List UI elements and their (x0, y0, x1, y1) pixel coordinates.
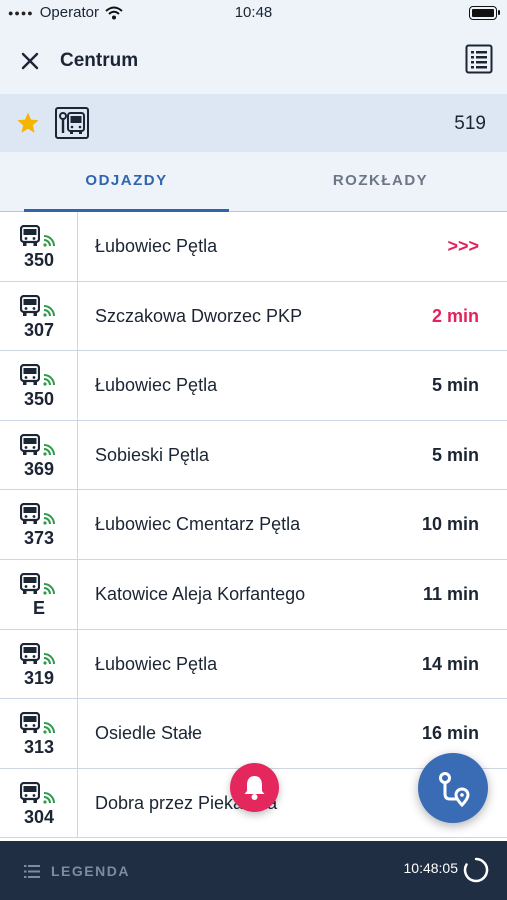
bus-icon (19, 712, 41, 734)
legend-list-icon[interactable] (24, 865, 40, 878)
vehicle-cell: 304 (0, 768, 78, 838)
vehicle-cell: 350 (0, 351, 78, 420)
tab-bar: ODJAZDY ROZKŁADY (0, 152, 507, 212)
line-number: 313 (23, 737, 55, 758)
route-icon (439, 772, 470, 808)
destination: Łubowiec Pętla (95, 236, 218, 256)
vehicle-cell: 307 (0, 281, 78, 351)
vehicle-cell: 369 (0, 420, 78, 490)
timetable-list-icon[interactable] (465, 44, 493, 74)
bus-icon (19, 781, 41, 804)
line-number: 350 (23, 389, 55, 410)
departure-time: 5 min (431, 375, 479, 396)
header: Centrum (0, 28, 507, 94)
bell-icon (244, 776, 265, 800)
realtime-signal-icon (43, 581, 57, 595)
alert-button[interactable] (230, 763, 279, 812)
realtime-signal-icon (43, 790, 57, 804)
line-number: 304 (23, 806, 55, 827)
tab-timetables[interactable]: ROZKŁADY (254, 152, 507, 212)
refresh-spinner-icon[interactable] (463, 857, 489, 883)
bus-icon (19, 503, 41, 525)
bus-icon (19, 642, 41, 665)
departure-time: 5 min (431, 444, 479, 465)
bus-icon (19, 364, 41, 386)
departure-row[interactable]: 307 Szczakowa Dworzec PKP 2 min (0, 281, 507, 352)
stop-code: 519 (454, 113, 486, 134)
route-planner-button[interactable] (418, 753, 488, 823)
vehicle-cell: 350 (0, 212, 78, 281)
realtime-signal-icon (43, 372, 57, 386)
line-number: 319 (23, 667, 55, 688)
vehicle-cell: E (0, 559, 78, 629)
bus-stop-icon (55, 107, 89, 139)
departure-row[interactable]: 350 Łubowiec Pętla 5 min (0, 351, 507, 421)
bus-icon (19, 294, 41, 317)
departure-time: >>> (447, 236, 479, 256)
departures-list: 350 Łubowiec Pętla >>> 307 Szczakowa Dworzec… (0, 212, 507, 839)
realtime-signal-icon (43, 720, 57, 734)
line-number: 350 (23, 250, 55, 270)
bus-icon (19, 572, 41, 595)
stop-info-bar: 519 (0, 94, 507, 152)
destination: Łubowiec Pętla (95, 653, 218, 674)
departure-time: 2 min (431, 305, 479, 326)
line-number: 369 (23, 458, 55, 479)
departure-row[interactable]: 369 Sobieski Pętla 5 min (0, 420, 507, 491)
destination: Szczakowa Dworzec PKP (95, 305, 303, 326)
vehicle-cell: 313 (0, 699, 78, 768)
close-icon[interactable] (17, 48, 43, 74)
destination: Osiedle Stałe (95, 723, 203, 744)
realtime-signal-icon (43, 303, 57, 317)
bus-icon (19, 224, 41, 247)
departure-row[interactable]: E Katowice Aleja Korfantego 11 min (0, 559, 507, 630)
realtime-signal-icon (43, 511, 57, 525)
departure-time: 11 min (422, 583, 479, 604)
departure-time: 16 min (421, 723, 479, 744)
departure-time: 14 min (421, 653, 479, 674)
star-icon[interactable] (16, 111, 40, 135)
departure-time: 10 min (421, 514, 479, 535)
page-title: Centrum (60, 50, 139, 71)
battery-icon (469, 6, 500, 20)
vehicle-cell: 319 (0, 629, 78, 699)
bottom-bar: LEGENDA 10:48:05 (0, 841, 507, 900)
tab-departures[interactable]: ODJAZDY (0, 152, 253, 212)
departure-row[interactable]: 319 Łubowiec Pętla 14 min (0, 629, 507, 700)
bus-icon (19, 433, 41, 456)
destination: Łubowiec Cmentarz Pętla (95, 514, 301, 535)
realtime-signal-icon (43, 442, 57, 456)
status-bar: ●●●● Operator 10:48 (0, 0, 507, 28)
realtime-signal-icon (43, 651, 57, 665)
refresh-clock: 10:48:05 (403, 860, 459, 876)
legend-button[interactable]: LEGENDA (51, 863, 130, 879)
destination: Katowice Aleja Korfantego (95, 583, 306, 604)
line-number: 307 (23, 319, 55, 340)
line-number: E (32, 597, 45, 618)
departure-row[interactable]: 373 Łubowiec Cmentarz Pętla 10 min (0, 490, 507, 560)
status-time: 10:48 (234, 4, 273, 21)
departure-row[interactable]: 350 Łubowiec Pętla >>> (0, 212, 507, 282)
vehicle-cell: 373 (0, 490, 78, 559)
destination: Sobieski Pętla (95, 444, 210, 465)
destination: Łubowiec Pętla (95, 375, 218, 396)
realtime-signal-icon (43, 233, 57, 247)
line-number: 373 (23, 528, 55, 549)
